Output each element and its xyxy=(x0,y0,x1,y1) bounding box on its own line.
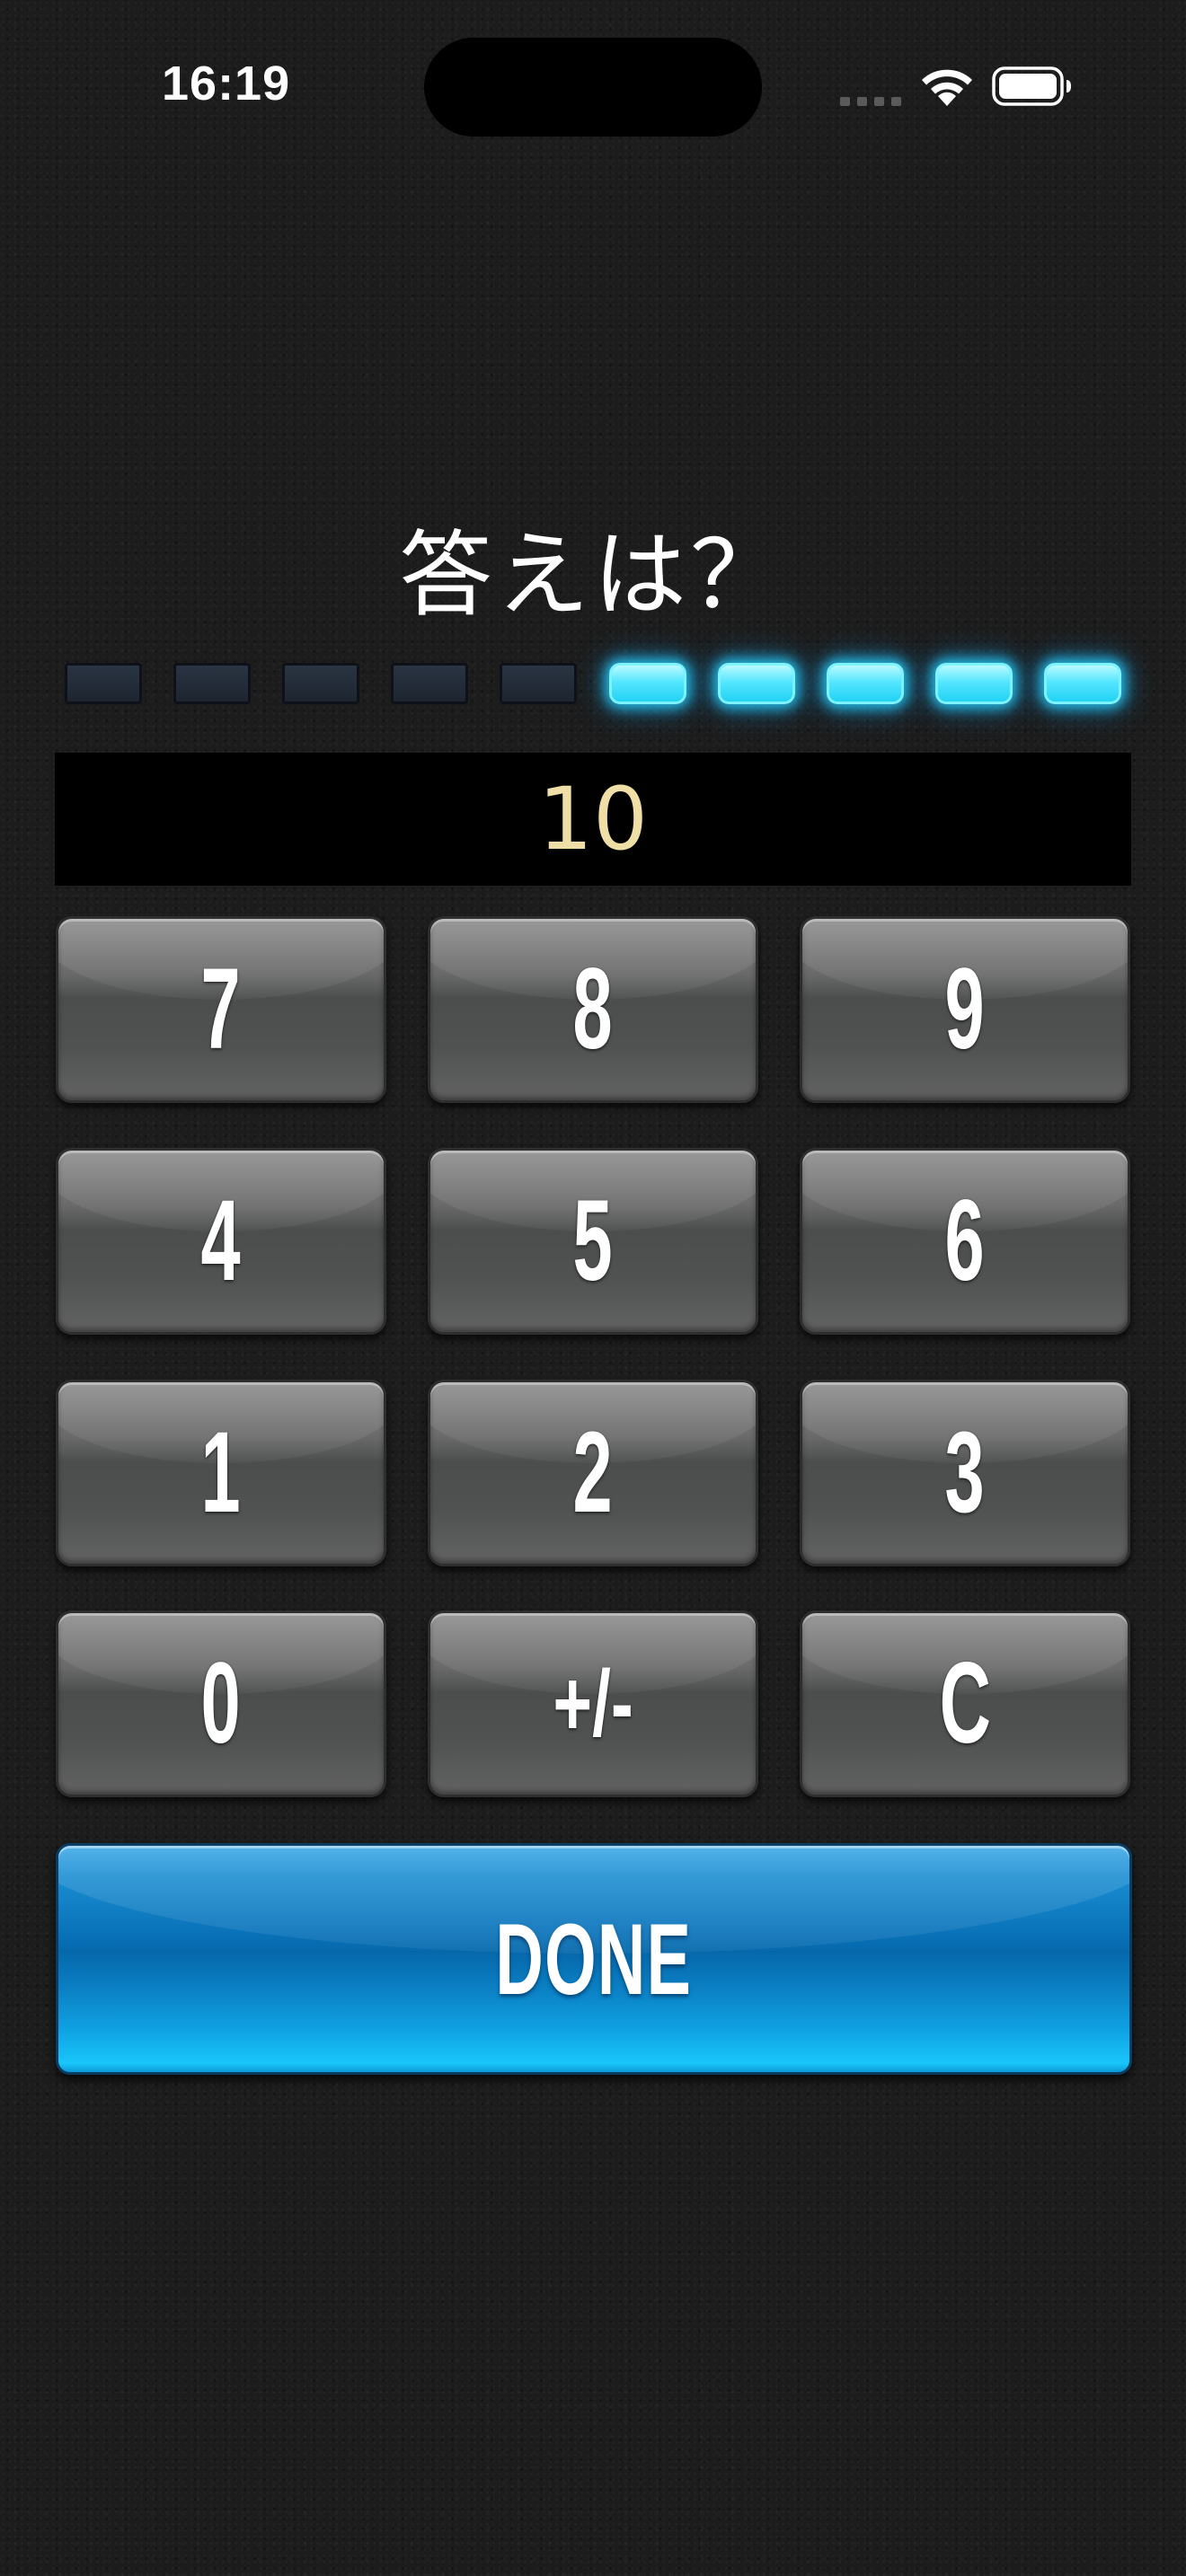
key-label: 3 xyxy=(944,1408,986,1537)
key-0-button[interactable]: 0 xyxy=(56,1610,386,1797)
question-title: 答えは？ xyxy=(398,520,787,630)
progress-segment-lit xyxy=(1044,663,1121,704)
progress-segment-lit xyxy=(934,663,1013,704)
dynamic-island xyxy=(424,38,762,137)
status-time: 16:19 xyxy=(162,57,291,110)
done-button[interactable]: DONE xyxy=(56,1843,1132,2075)
key-label: 1 xyxy=(200,1408,242,1537)
progress-segment-lit xyxy=(826,663,904,704)
key-label: 0 xyxy=(200,1639,242,1768)
key-label: 9 xyxy=(944,945,986,1073)
progress-segment-unlit xyxy=(173,663,252,704)
key-3-button[interactable]: 3 xyxy=(800,1380,1130,1566)
key-1-button[interactable]: 1 xyxy=(56,1380,386,1566)
key-6-button[interactable]: 6 xyxy=(800,1148,1130,1335)
key-label: 2 xyxy=(572,1408,614,1537)
progress-segment-lit xyxy=(608,663,686,704)
key-4-button[interactable]: 4 xyxy=(56,1148,386,1335)
key-2-button[interactable]: 2 xyxy=(428,1380,758,1566)
plus-minus-button[interactable]: +/- xyxy=(428,1610,758,1797)
answer-value: 10 xyxy=(537,769,649,869)
progress-segment-unlit xyxy=(65,663,142,704)
progress-segment-lit xyxy=(717,663,795,704)
battery-icon xyxy=(992,66,1071,106)
key-label: C xyxy=(939,1639,991,1768)
key-label: 5 xyxy=(572,1177,614,1305)
key-label: 7 xyxy=(200,945,242,1073)
wifi-icon xyxy=(922,69,972,106)
key-label: 4 xyxy=(200,1177,242,1305)
key-label: +/- xyxy=(553,1652,633,1756)
clear-button[interactable]: C xyxy=(800,1610,1130,1797)
key-9-button[interactable]: 9 xyxy=(800,916,1130,1103)
key-label: 8 xyxy=(572,945,614,1073)
answer-display: 10 xyxy=(55,753,1131,886)
progress-indicator xyxy=(65,663,1121,704)
progress-segment-unlit xyxy=(500,663,578,704)
done-label: DONE xyxy=(495,1902,693,2016)
key-8-button[interactable]: 8 xyxy=(428,916,758,1103)
key-label: 6 xyxy=(944,1177,986,1305)
key-5-button[interactable]: 5 xyxy=(428,1148,758,1335)
cellular-signal-icon xyxy=(840,93,903,106)
progress-segment-unlit xyxy=(282,663,360,704)
status-bar: 16:19 xyxy=(0,0,1186,171)
key-7-button[interactable]: 7 xyxy=(56,916,386,1103)
progress-segment-unlit xyxy=(391,663,469,704)
